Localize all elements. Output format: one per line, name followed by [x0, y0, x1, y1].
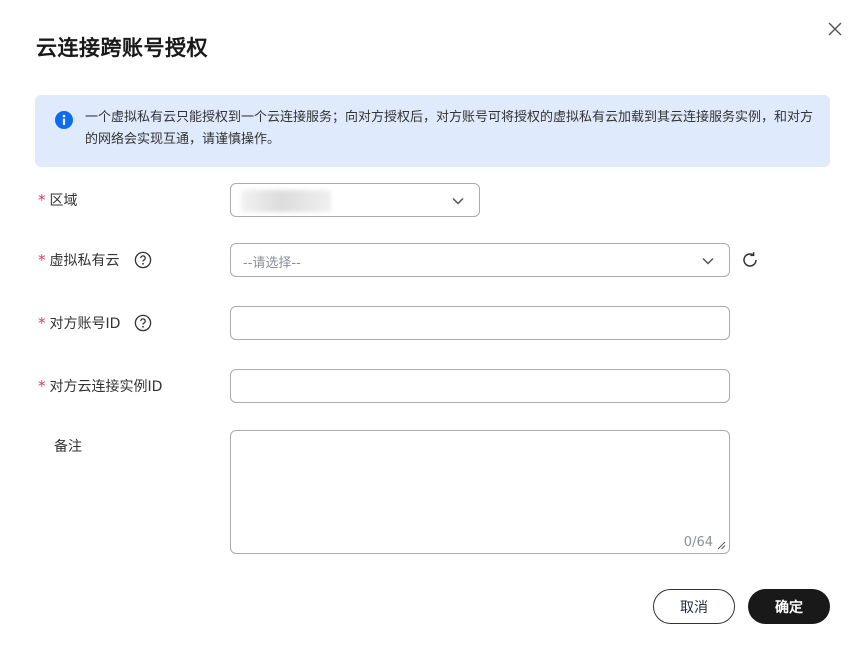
- vpc-label: * 虚拟私有云: [38, 243, 152, 277]
- remark-textarea[interactable]: 0/64: [230, 430, 730, 554]
- chevron-down-icon: [702, 257, 714, 265]
- question-circle-icon[interactable]: [134, 314, 152, 332]
- region-select[interactable]: [230, 183, 480, 217]
- region-label: * 区域: [38, 191, 78, 209]
- info-notice: 一个虚拟私有云只能授权到一个云连接服务；向对方授权后，对方账号可将授权的虚拟私有…: [35, 95, 830, 167]
- remark-label: 备注: [54, 439, 82, 455]
- peer-account-label: * 对方账号ID: [38, 306, 152, 340]
- required-star: *: [38, 377, 46, 395]
- resize-handle-icon[interactable]: [717, 541, 726, 550]
- peer-instance-label: * 对方云连接实例ID: [38, 377, 163, 395]
- notice-text: 一个虚拟私有云只能授权到一个云连接服务；向对方授权后，对方账号可将授权的虚拟私有…: [85, 110, 814, 147]
- refresh-icon[interactable]: [740, 250, 760, 270]
- required-star: *: [38, 314, 46, 332]
- chevron-down-icon: [452, 197, 464, 205]
- char-counter: 0/64: [683, 535, 713, 550]
- region-value-blurred: [241, 190, 331, 212]
- close-icon[interactable]: [824, 18, 846, 40]
- required-star: *: [38, 191, 46, 209]
- required-star: *: [38, 251, 46, 269]
- authorization-dialog: 云连接跨账号授权 一个虚拟私有云只能授权到一个云连接服务；向对方授权后，对方账号…: [0, 0, 862, 660]
- dialog-title: 云连接跨账号授权: [36, 36, 208, 60]
- info-icon: [55, 111, 73, 129]
- vpc-select-placeholder: --请选择--: [243, 256, 301, 271]
- peer-instance-id-input[interactable]: [230, 369, 730, 403]
- question-circle-icon[interactable]: [134, 251, 152, 269]
- confirm-button[interactable]: 确定: [748, 589, 830, 624]
- vpc-select[interactable]: --请选择--: [230, 243, 730, 277]
- cancel-button[interactable]: 取消: [653, 589, 735, 624]
- peer-account-id-input[interactable]: [230, 306, 730, 340]
